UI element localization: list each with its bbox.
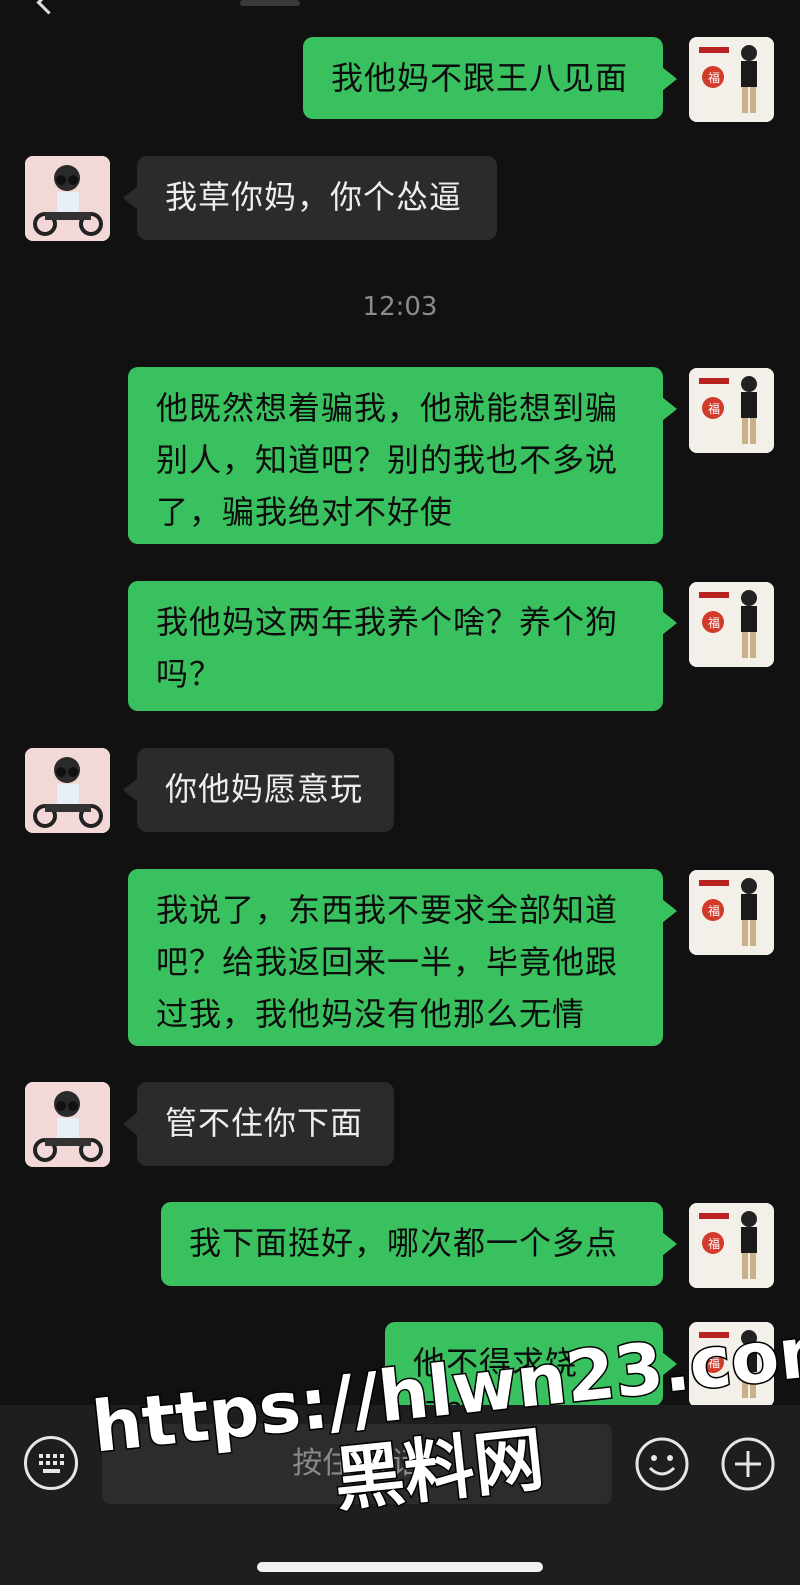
message-text: 我下面挺好，哪次都一个多点 <box>189 1224 619 1262</box>
top-bar <box>0 0 800 30</box>
my-avatar[interactable]: 福 <box>689 870 774 955</box>
emoji-icon[interactable] <box>634 1436 690 1492</box>
message-bubble-incoming[interactable]: 管不住你下面 <box>123 1082 394 1166</box>
message-text: 管不住你下面 <box>165 1104 364 1142</box>
message-text: 我他妈这两年我养个啥？养个狗吗？ <box>156 603 619 693</box>
my-avatar[interactable]: 福 <box>689 582 774 667</box>
chat-title-blurred <box>240 0 300 6</box>
my-avatar[interactable]: 福 <box>689 1203 774 1288</box>
message-bubble-outgoing[interactable]: 我他妈不跟王八见面 <box>303 37 677 119</box>
message-bubble-outgoing[interactable]: 他不得求饶吗？ <box>385 1322 677 1434</box>
contact-avatar[interactable] <box>25 1082 110 1167</box>
svg-text:福: 福 <box>708 903 720 918</box>
svg-text:福: 福 <box>708 70 720 85</box>
plus-icon[interactable] <box>720 1436 776 1492</box>
message-bubble-outgoing[interactable]: 他既然想着骗我，他就能想到骗别人，知道吧？别的我也不多说了，骗我绝对不好使 <box>128 367 677 544</box>
my-avatar[interactable]: 福 <box>689 37 774 122</box>
message-bubble-outgoing[interactable]: 我说了，东西我不要求全部知道吧？给我返回来一半，毕竟他跟过我，我他妈没有他那么无… <box>128 869 677 1046</box>
message-text: 你他妈愿意玩 <box>165 770 364 808</box>
svg-text:福: 福 <box>708 615 720 630</box>
my-avatar[interactable]: 福 <box>689 368 774 453</box>
svg-text:福: 福 <box>708 1355 720 1370</box>
message-text: 我草你妈，你个怂逼 <box>165 178 463 216</box>
home-indicator <box>257 1562 543 1572</box>
message-bubble-incoming[interactable]: 我草你妈，你个怂逼 <box>123 156 497 240</box>
message-bubble-outgoing[interactable]: 我他妈这两年我养个啥？养个狗吗？ <box>128 581 677 711</box>
message-bubble-outgoing[interactable]: 我下面挺好，哪次都一个多点 <box>161 1202 677 1286</box>
voice-input-button[interactable]: 按住 说话 <box>102 1424 612 1504</box>
svg-text:福: 福 <box>708 401 720 416</box>
message-text: 他既然想着骗我，他就能想到骗别人，知道吧？别的我也不多说了，骗我绝对不好使 <box>156 389 619 531</box>
message-text: 我他妈不跟王八见面 <box>331 59 629 97</box>
message-text: 我说了，东西我不要求全部知道吧？给我返回来一半，毕竟他跟过我，我他妈没有他那么无… <box>156 891 619 1033</box>
contact-avatar[interactable] <box>25 748 110 833</box>
svg-text:福: 福 <box>708 1236 720 1251</box>
message-bubble-incoming[interactable]: 你他妈愿意玩 <box>123 748 394 832</box>
message-timestamp: 12:03 <box>362 292 438 322</box>
back-arrow-icon[interactable] <box>36 0 61 15</box>
keyboard-icon[interactable] <box>24 1436 78 1490</box>
contact-avatar[interactable] <box>25 156 110 241</box>
my-avatar[interactable]: 福 <box>689 1322 774 1407</box>
